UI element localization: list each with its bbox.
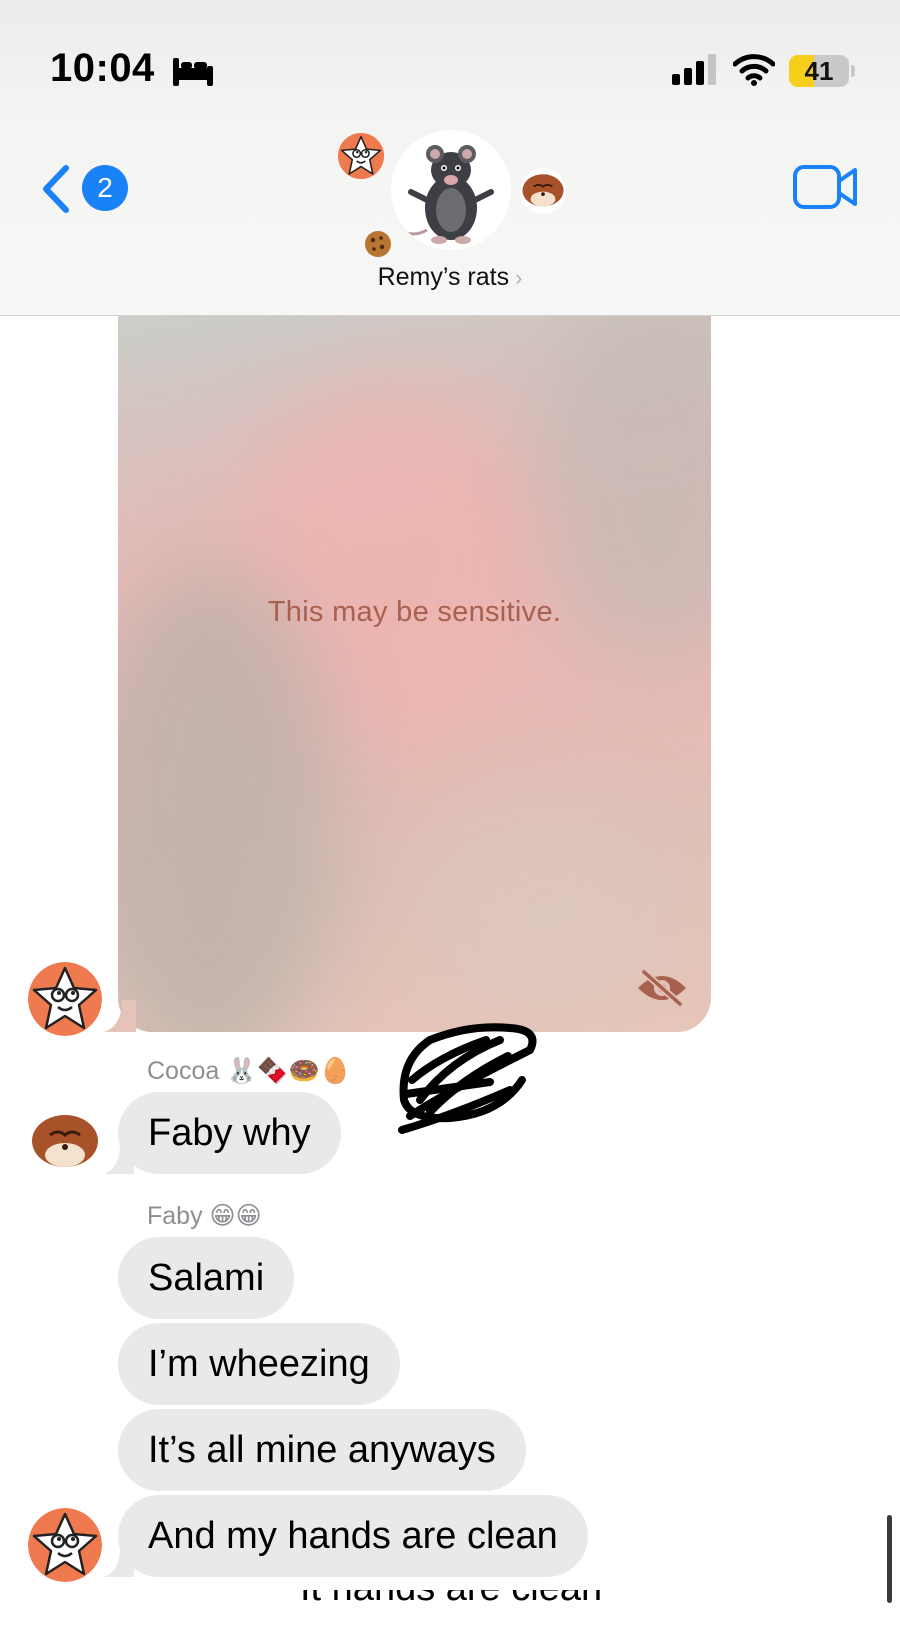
status-time: 10:04 [50,46,155,90]
message-bubble-faby[interactable]: Salami [118,1237,295,1319]
group-avatar-rat[interactable] [391,130,511,250]
chevron-right-icon: › [515,265,523,290]
partial-next-message-text: It hands are clean [300,1590,602,1609]
member-avatar-guinea-pig [520,168,566,214]
battery-percent: 41 [804,56,834,86]
message-bubble-faby[interactable]: And my hands are clean [118,1495,588,1577]
sender-avatar-cocoa[interactable] [28,1105,102,1179]
star-face-icon [28,962,102,1036]
video-camera-icon [793,165,857,209]
rat-icon [391,130,511,250]
sender-name-cocoa: Cocoa 🐰🍫🍩🥚 [147,1057,351,1085]
partial-next-message: It hands are clean [300,1590,820,1630]
star-face-icon [28,1508,102,1582]
bubble-tail [104,1547,134,1577]
message-bubble-faby[interactable]: It’s all mine anyways [118,1409,526,1491]
sender-avatar-faby[interactable] [28,1508,102,1582]
cellular-signal-icon [672,54,716,85]
battery-indicator: 41 [789,55,849,87]
scrollbar[interactable] [887,1515,892,1603]
chevron-left-icon [43,165,69,213]
conversation-header: 10:04 41 2 Remy’s rats › [0,0,900,316]
group-name[interactable]: Remy’s rats › [300,263,600,292]
message-bubble-faby[interactable]: I’m wheezing [118,1323,400,1405]
member-avatar-star [338,133,384,179]
group-name-text: Remy’s rats [377,263,510,291]
wifi-icon [733,54,775,86]
back-button[interactable]: 2 [38,160,128,216]
video-call-button[interactable] [793,164,859,210]
handwritten-scribble [398,1023,537,1134]
guinea-pig-icon [520,168,566,214]
sender-name-faby: Faby 😁😁 [147,1202,262,1230]
sender-avatar-faby[interactable] [28,962,102,1036]
eye-slash-icon[interactable] [634,968,690,1008]
battery-nub [851,65,855,77]
bubble-tail [104,1144,134,1174]
cookie-icon [365,231,391,257]
bed-icon [173,58,213,86]
member-avatar-cookie [364,230,392,258]
unread-count-badge: 2 [82,165,128,211]
star-face-icon [338,133,384,179]
sensitive-image-attachment[interactable]: This may be sensitive. [118,300,711,1032]
message-bubble-cocoa[interactable]: Faby why [118,1092,341,1174]
sensitive-content-notice: This may be sensitive. [267,596,562,628]
bubble-tail [104,1000,136,1032]
guinea-pig-icon [28,1105,102,1179]
